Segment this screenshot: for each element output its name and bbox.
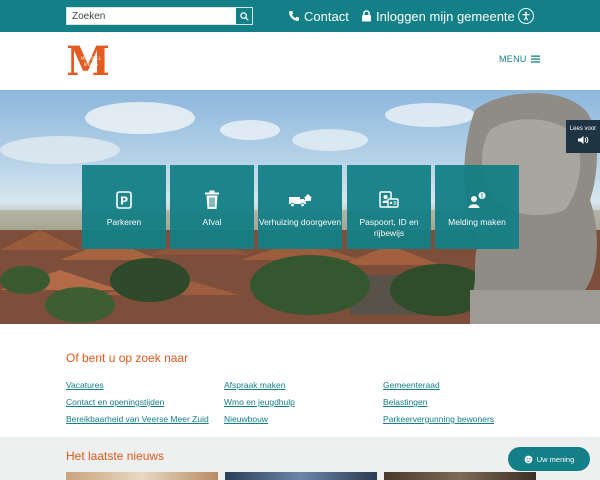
link-bereikbaarheid[interactable]: Bereikbaarheid van Veerse Meer Zuid [66,414,209,424]
search-icon [239,11,249,21]
link-belastingen[interactable]: Belastingen [383,397,427,407]
report-icon: ! [468,192,486,208]
svg-text:BURG: BURG [84,62,99,67]
top-bar: Contact Inloggen mijn gemeente [0,0,600,32]
speaker-icon [578,136,589,144]
link-wmo-jeugdhulp[interactable]: Wmo en jeugdhulp [224,397,295,407]
feedback-button[interactable]: Uw mening [508,447,590,471]
trash-icon [205,190,219,209]
tile-afval[interactable]: Afval [170,165,254,249]
svg-text:M: M [68,44,108,78]
moving-truck-icon [289,194,312,208]
hamburger-icon [530,55,540,63]
middelburg-logo[interactable]: M MIDDEL BURG [68,44,108,78]
link-afspraak-maken[interactable]: Afspraak maken [224,380,285,390]
menu-label: MENU [499,54,527,64]
search-suggestions-title: Of bent u op zoek naar [66,351,189,365]
news-title: Het laatste nieuws [66,449,165,463]
lock-icon [362,10,371,22]
smiley-icon [524,455,533,463]
search-input[interactable] [67,8,237,24]
contact-label: Contact [304,8,349,24]
news-card-image[interactable] [66,472,218,480]
link-contact-openingstijden[interactable]: Contact en openingstijden [66,397,164,407]
svg-text:P: P [120,195,128,208]
hero-banner: P Parkeren Afval Verhuizing doorgeven Pa… [0,90,600,324]
tile-label: Paspoort, ID en rijbewijs [359,217,419,238]
link-nieuwbouw[interactable]: Nieuwbouw [224,414,268,424]
read-aloud-label: Lees voor [569,126,597,132]
tile-label: Verhuizing doorgeven [258,217,342,227]
news-card-image[interactable] [225,472,377,480]
parking-icon: P [116,191,132,209]
tile-label: Melding maken [448,217,506,227]
login-label: Inloggen mijn gemeente [376,8,515,24]
login-link[interactable]: Inloggen mijn gemeente [361,7,515,25]
tile-melding[interactable]: ! Melding maken [435,165,519,249]
read-aloud-button[interactable]: Lees voor [566,120,600,153]
site-header: M MIDDEL BURG MENU [0,32,600,90]
link-parkeervergunning[interactable]: Parkeervergunning bewoners [383,414,494,424]
svg-text:MIDDEL: MIDDEL [81,56,102,61]
news-card-image[interactable] [384,472,536,480]
link-gemeenteraad[interactable]: Gemeenteraad [383,380,440,390]
feedback-label: Uw mening [536,454,575,464]
search-box [66,7,253,25]
accessibility-button[interactable] [518,8,534,24]
phone-icon [289,11,299,21]
menu-button[interactable]: MENU [499,54,540,64]
svg-text:!: ! [481,193,484,200]
tile-paspoort[interactable]: Paspoort, ID en rijbewijs [347,165,431,249]
contact-link[interactable]: Contact [288,7,349,25]
search-button[interactable] [236,8,252,24]
tile-parkeren[interactable]: P Parkeren [82,165,166,249]
link-vacatures[interactable]: Vacatures [66,380,104,390]
id-card-icon [379,191,399,208]
tile-verhuizing[interactable]: Verhuizing doorgeven [258,165,342,249]
tile-label: Afval [202,217,222,227]
tile-label: Parkeren [106,217,142,227]
accessibility-icon [522,11,530,21]
